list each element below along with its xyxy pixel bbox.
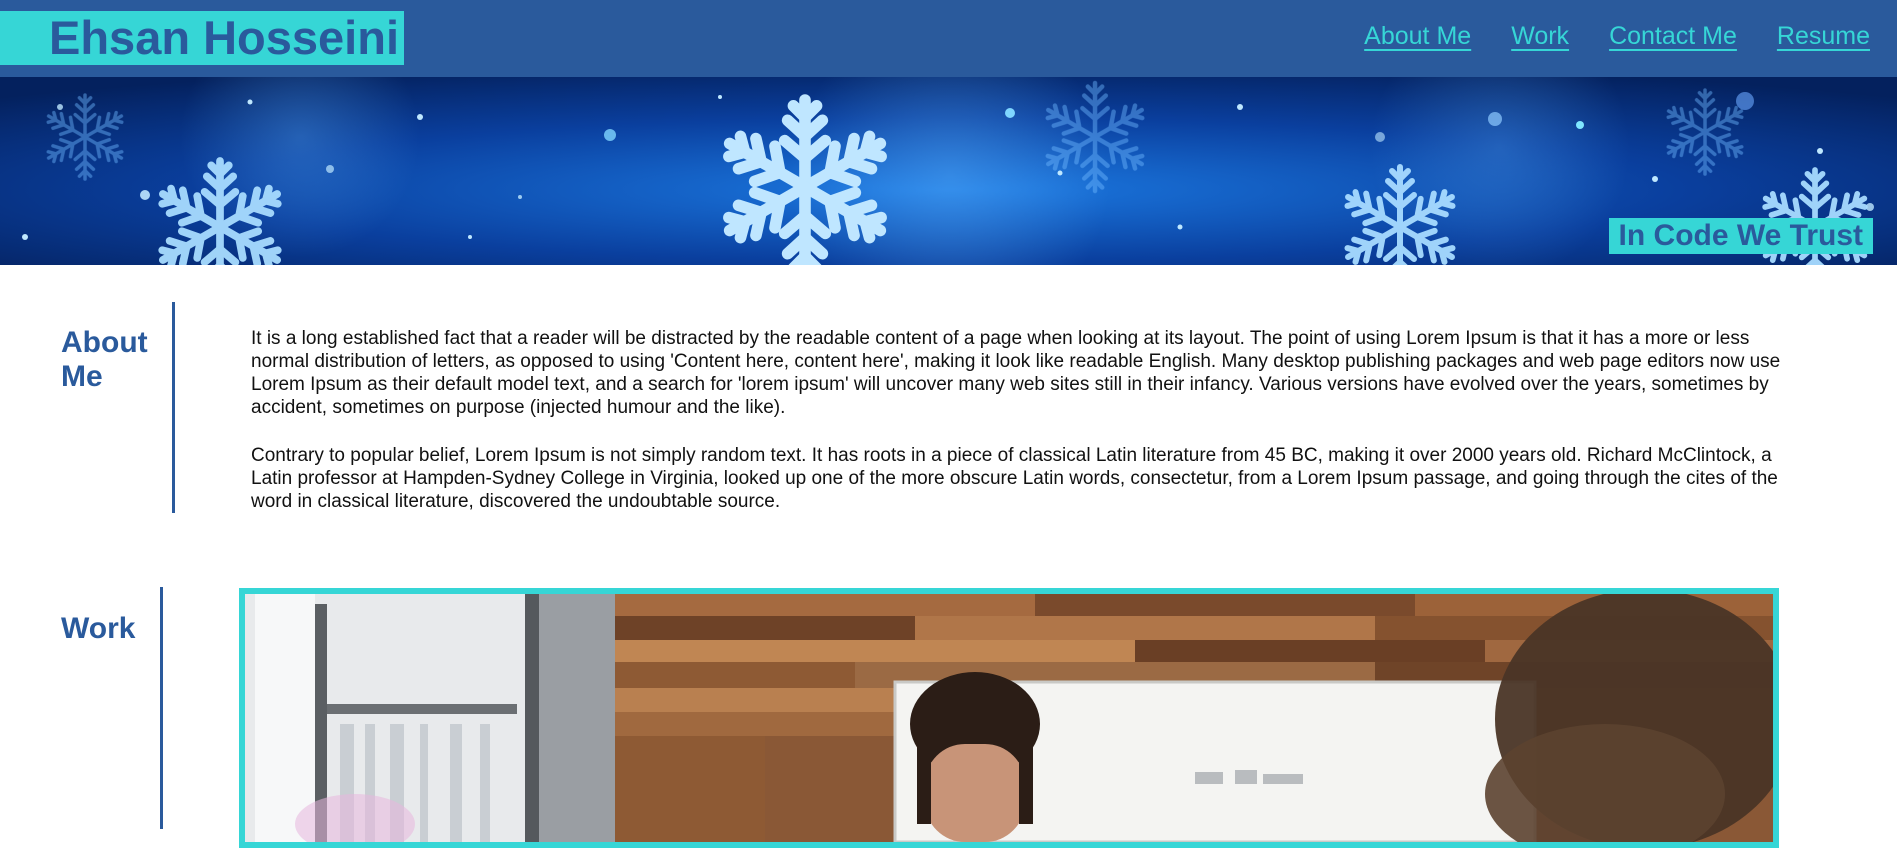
brand-title[interactable]: Ehsan Hosseini	[0, 11, 404, 65]
nav-resume[interactable]: Resume	[1774, 22, 1873, 54]
office-photo-icon	[245, 594, 1773, 842]
hero-banner: In Code We Trust	[0, 77, 1897, 265]
nav-about-me[interactable]: About Me	[1361, 22, 1474, 54]
about-section-divider	[172, 302, 175, 513]
about-paragraph-2: Contrary to popular belief, Lorem Ipsum …	[251, 445, 1778, 512]
nav-work[interactable]: Work	[1508, 22, 1572, 54]
work-section-title: Work	[61, 612, 136, 645]
main-nav: About Me Work Contact Me Resume	[1361, 22, 1873, 54]
work-image-frame[interactable]	[239, 588, 1779, 848]
about-paragraph-1: It is a long established fact that a rea…	[251, 328, 1781, 418]
hero-tagline: In Code We Trust	[1608, 218, 1873, 254]
work-section-divider	[160, 587, 163, 829]
about-section-title: About Me	[61, 326, 148, 393]
nav-contact-me[interactable]: Contact Me	[1606, 22, 1740, 54]
site-header: Ehsan Hosseini About Me Work Contact Me …	[0, 0, 1897, 77]
